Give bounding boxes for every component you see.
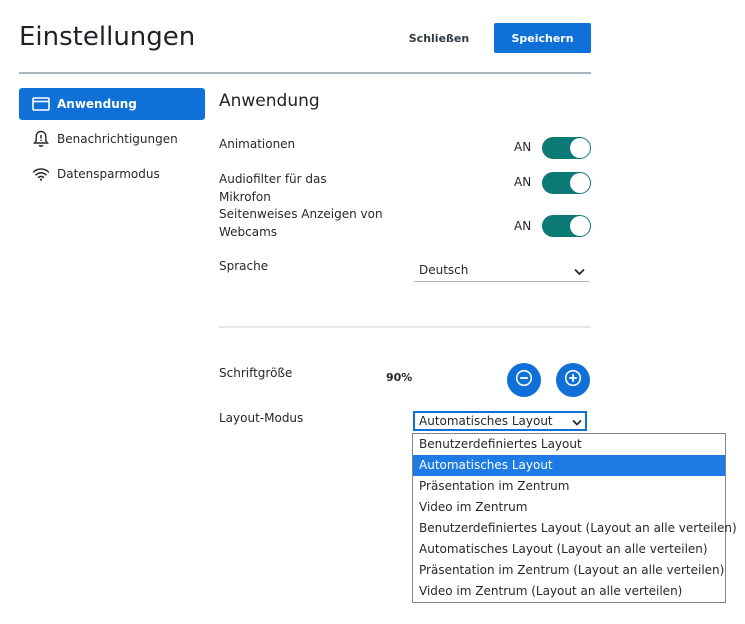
- layout-mode-select-value: Automatisches Layout: [419, 414, 553, 428]
- sidebar-item-label: Anwendung: [57, 97, 137, 111]
- section-divider: [219, 326, 591, 328]
- font-size-value: 90%: [386, 371, 413, 384]
- dropdown-option[interactable]: Benutzerdefiniertes Layout (Layout an al…: [413, 518, 737, 539]
- settings-sidebar: Anwendung Benachrichtigungen Datensparmo…: [19, 88, 205, 193]
- audio-filter-label: Audiofilter für das Mikrofon: [219, 172, 327, 204]
- toggle-knob: [570, 138, 590, 158]
- bell-alert-icon: [31, 130, 51, 148]
- sidebar-item-label: Benachrichtigungen: [57, 132, 178, 146]
- audio-filter-state-text: AN: [514, 175, 532, 189]
- animations-state-text: AN: [514, 140, 532, 154]
- chevron-down-icon: [572, 416, 582, 430]
- layout-mode-select[interactable]: Automatisches Layout: [413, 411, 587, 431]
- dropdown-option[interactable]: Präsentation im Zentrum: [413, 476, 725, 497]
- dropdown-option[interactable]: Automatisches Layout: [413, 455, 725, 476]
- header-divider: [19, 72, 591, 74]
- webcam-paging-label: Seitenweises Anzeigen von Webcams: [219, 207, 383, 239]
- save-button[interactable]: Speichern: [494, 23, 591, 53]
- sidebar-item-notifications[interactable]: Benachrichtigungen: [19, 123, 205, 155]
- dropdown-option[interactable]: Video im Zentrum: [413, 497, 725, 518]
- dropdown-option[interactable]: Präsentation im Zentrum (Layout an alle …: [413, 560, 725, 581]
- settings-title: Einstellungen: [19, 22, 196, 52]
- sidebar-item-label: Datensparmodus: [57, 167, 160, 181]
- decrease-font-size-button[interactable]: [507, 363, 541, 397]
- chevron-down-icon: [574, 265, 585, 279]
- increase-font-size-button[interactable]: [556, 363, 590, 397]
- toggle-knob: [570, 173, 590, 193]
- webcam-paging-state-text: AN: [514, 219, 532, 233]
- language-select[interactable]: Deutsch: [414, 261, 589, 282]
- sidebar-item-data-saving[interactable]: Datensparmodus: [19, 158, 205, 190]
- layout-mode-label: Layout-Modus: [219, 411, 304, 425]
- dropdown-option[interactable]: Video im Zentrum (Layout an alle verteil…: [413, 581, 725, 602]
- font-size-label: Schriftgröße: [219, 366, 293, 380]
- application-window-icon: [31, 95, 51, 113]
- close-button[interactable]: Schließen: [402, 24, 476, 52]
- section-title: Anwendung: [219, 91, 320, 111]
- layout-mode-dropdown: Benutzerdefiniertes Layout Automatisches…: [412, 433, 737, 603]
- dropdown-option[interactable]: Automatisches Layout (Layout an alle ver…: [413, 539, 725, 560]
- language-select-value: Deutsch: [419, 263, 469, 277]
- toggle-knob: [570, 216, 590, 236]
- audio-filter-toggle[interactable]: [542, 172, 591, 194]
- animations-toggle[interactable]: [542, 137, 591, 159]
- sidebar-item-application[interactable]: Anwendung: [19, 88, 205, 120]
- webcam-paging-toggle[interactable]: [542, 215, 591, 237]
- minus-circle-icon: [515, 369, 533, 391]
- dropdown-option[interactable]: Benutzerdefiniertes Layout: [413, 434, 725, 455]
- animations-label: Animationen: [219, 137, 296, 151]
- plus-circle-icon: [564, 369, 582, 391]
- wifi-icon: [31, 165, 51, 183]
- language-label: Sprache: [219, 259, 269, 273]
